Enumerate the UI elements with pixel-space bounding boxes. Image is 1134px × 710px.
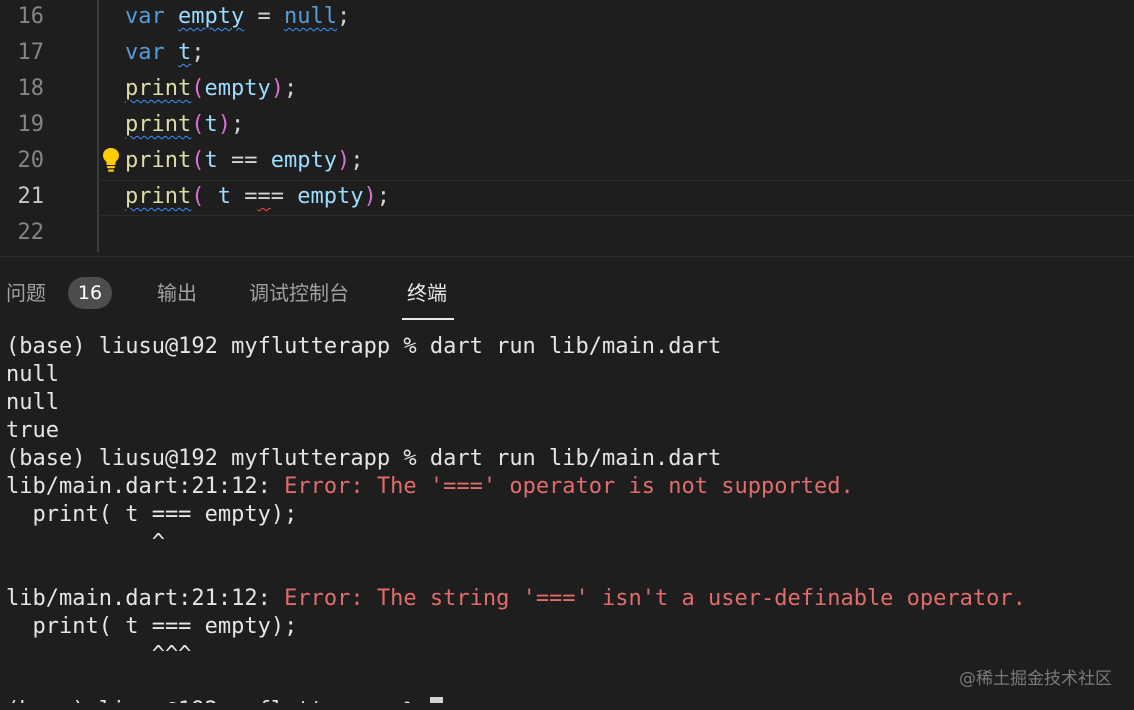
code-token: ; <box>283 76 298 101</box>
code-token: print <box>125 184 192 209</box>
code-token: var <box>125 4 165 29</box>
terminal-line: (base) liusu@192 myflutterapp % dart run… <box>6 445 721 473</box>
code-token: ( <box>191 184 205 209</box>
code-token: ( <box>191 148 205 173</box>
terminal-line: print( t === empty); <box>6 501 297 529</box>
code-token: empty <box>270 148 337 173</box>
line-number: 22 <box>17 220 45 245</box>
bottom-panel: 问题 16 输出 调试控制台 终端 (base) liusu@192 myflu… <box>0 256 1134 710</box>
code-token: = <box>270 184 284 209</box>
code-token: ) <box>270 76 284 101</box>
terminal-line: ^ <box>6 529 165 557</box>
code-token: ) <box>363 184 377 209</box>
code-token: t <box>204 148 218 173</box>
code-text: print(t); <box>125 110 244 140</box>
code-token: = <box>244 184 258 209</box>
terminal-cursor <box>429 697 443 703</box>
terminal-line: true <box>6 417 59 445</box>
terminal-text: (base) liusu@192 myflutterapp % dart run… <box>6 334 722 359</box>
terminal-text: null <box>6 390 59 415</box>
code-token: ( <box>191 112 205 137</box>
terminal-line: null <box>6 361 59 389</box>
code-text: print( t === empty); <box>125 182 390 212</box>
code-text: print(t == empty); <box>125 146 363 176</box>
code-token: empty <box>204 76 271 101</box>
code-token: = <box>257 184 271 209</box>
code-token: ; <box>350 148 364 173</box>
code-text: var t; <box>125 38 205 68</box>
terminal-text: print( t === empty); <box>6 614 298 639</box>
code-token: ; <box>376 184 390 209</box>
tab-problems[interactable]: 问题 <box>6 279 46 307</box>
code-line[interactable]: 22 <box>0 216 1134 252</box>
terminal-text: true <box>6 418 59 443</box>
lightbulb-icon[interactable] <box>102 147 120 173</box>
terminal-text: ^ <box>6 530 165 555</box>
terminal-output[interactable]: (base) liusu@192 myflutterapp % dart run… <box>0 333 1134 703</box>
code-line[interactable]: 19 print(t); <box>0 108 1134 144</box>
tab-terminal[interactable]: 终端 <box>407 279 447 307</box>
line-number: 20 <box>17 148 45 173</box>
terminal-text: lib/main.dart:21:12: <box>6 474 285 499</box>
terminal-line: (base) liusu@192 myflutterapp % dart run… <box>6 333 721 361</box>
terminal-text: (base) liusu@192 myflutterapp % <box>6 698 430 703</box>
terminal-line: ^^^ <box>6 641 192 669</box>
code-line[interactable]: 20 print(t == empty); <box>0 144 1134 180</box>
code-token: ; <box>191 40 205 65</box>
code-text: var empty = null; <box>125 2 350 32</box>
watermark: @稀土掘金技术社区 <box>959 669 1112 689</box>
code-token: = <box>244 4 284 29</box>
code-token: ) <box>336 148 351 173</box>
code-editor[interactable]: 16 var empty = null; 17 var t; 18 print(empty… <box>0 0 1134 252</box>
line-number: 21 <box>17 184 45 209</box>
problems-count-badge: 16 <box>68 277 112 309</box>
vscode-window: 16 var empty = null; 17 var t; 18 print(empty… <box>0 0 1134 710</box>
code-token: ( <box>191 76 205 101</box>
code-line[interactable]: 16 var empty = null; <box>0 0 1134 36</box>
code-token: print <box>125 148 192 173</box>
code-line[interactable]: 21 print( t === empty); <box>0 180 1134 216</box>
code-token: t <box>217 184 231 209</box>
terminal-line: null <box>6 389 59 417</box>
code-token: ) <box>217 112 231 137</box>
error-message: Error: The string '===' isn't a user-def… <box>284 586 1026 611</box>
code-token: ; <box>230 112 245 137</box>
panel-tabs: 问题 16 输出 调试控制台 终端 <box>0 257 1134 321</box>
tab-output[interactable]: 输出 <box>157 279 197 307</box>
code-token: == <box>217 148 271 173</box>
terminal-line: lib/main.dart:21:12: Error: The '===' op… <box>6 473 854 501</box>
terminal-line: lib/main.dart:21:12: Error: The string '… <box>6 585 1026 613</box>
terminal-text: ^^^ <box>6 642 192 667</box>
code-token: print <box>125 76 192 101</box>
code-token: t <box>178 40 192 65</box>
error-message: Error: The '===' operator is not support… <box>284 474 854 499</box>
code-line[interactable]: 17 var t; <box>0 36 1134 72</box>
code-token: t <box>204 112 218 137</box>
terminal-text: lib/main.dart:21:12: <box>6 586 285 611</box>
line-number: 18 <box>17 76 45 101</box>
code-token: var <box>125 40 165 65</box>
code-token: null <box>283 4 337 29</box>
code-token: empty <box>178 4 245 29</box>
terminal-text: (base) liusu@192 myflutterapp % dart run… <box>6 446 722 471</box>
code-token: print <box>125 112 192 137</box>
line-number: 16 <box>17 4 45 29</box>
tab-debug-console[interactable]: 调试控制台 <box>249 279 349 307</box>
code-token: empty <box>297 184 364 209</box>
terminal-text: null <box>6 362 59 387</box>
terminal-text: print( t === empty); <box>6 502 298 527</box>
code-text: print(empty); <box>125 74 297 104</box>
line-number: 19 <box>17 112 45 137</box>
terminal-line: print( t === empty); <box>6 613 297 641</box>
code-token: ; <box>336 4 351 29</box>
terminal-line: (base) liusu@192 myflutterapp % <box>6 697 443 703</box>
line-number: 17 <box>17 40 45 65</box>
code-line[interactable]: 18 print(empty); <box>0 72 1134 108</box>
active-tab-indicator <box>402 318 454 320</box>
